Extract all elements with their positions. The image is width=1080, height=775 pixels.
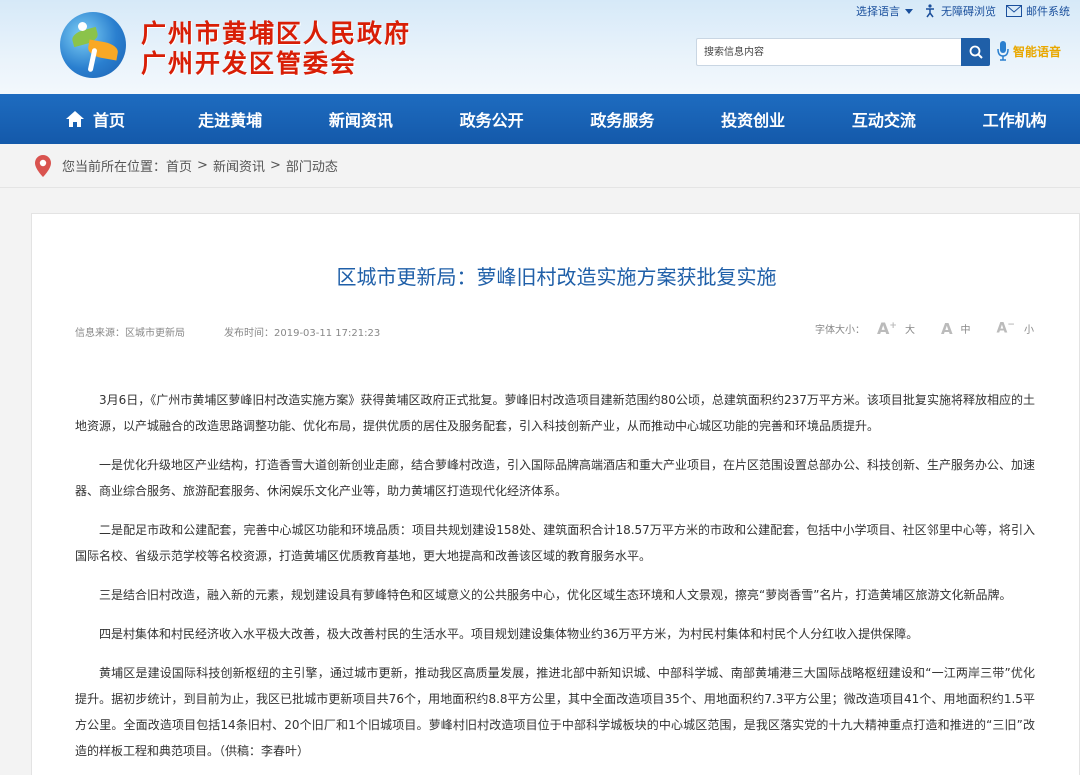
nav-item-agencies[interactable]: 工作机构: [949, 94, 1080, 144]
location-pin-icon: [35, 154, 51, 177]
font-size-small[interactable]: A− 小: [997, 320, 1034, 337]
voice-assistant[interactable]: 智能语音: [996, 40, 1061, 62]
article-paragraph: 二是配足市政和公建配套，完善中心城区功能和环境品质：项目共规划建设158处、建筑…: [75, 523, 1035, 563]
nav-item-government-services[interactable]: 政务服务: [557, 94, 688, 144]
breadcrumb: 您当前所在位置： 首页 > 新闻资讯 > 部门动态: [0, 144, 1080, 188]
article-paragraph: 一是优化升级地区产业结构，打造香雪大道创新创业走廊，结合萝峰村改造，引入国际品牌…: [75, 458, 1036, 498]
article-title: 区城市更新局：萝峰旧村改造实施方案获批复实施: [336, 265, 777, 289]
nav-item-government-affairs[interactable]: 政务公开: [426, 94, 557, 144]
nav-item-news[interactable]: 新闻资讯: [296, 94, 427, 144]
home-icon: [66, 111, 84, 127]
breadcrumb-prefix: 您当前所在位置：: [62, 160, 167, 175]
site-logo[interactable]: [60, 12, 126, 78]
nav-item-interaction[interactable]: 互动交流: [819, 94, 950, 144]
mail-icon: [1006, 5, 1022, 17]
breadcrumb-separator: >: [269, 158, 281, 173]
microphone-icon: [997, 41, 1009, 61]
article-card: 区城市更新局：萝峰旧村改造实施方案获批复实施 信息来源：区城市更新局 发布时间：…: [31, 213, 1080, 775]
mail-link[interactable]: 邮件系统: [1006, 3, 1070, 19]
search-input[interactable]: [696, 38, 961, 66]
breadcrumb-separator: >: [197, 158, 208, 173]
font-size-large[interactable]: A+ 大: [877, 319, 915, 338]
search-button[interactable]: [961, 38, 990, 66]
nav-item-about-huangpu[interactable]: 走进黄埔: [165, 94, 296, 144]
nav-item-home[interactable]: 首页: [55, 94, 165, 144]
font-large-icon: A+: [877, 319, 897, 338]
search-icon: [969, 45, 983, 59]
article-source: 信息来源：区城市更新局: [75, 328, 185, 339]
accessibility-icon: [926, 4, 934, 18]
caret-down-icon: [905, 8, 913, 14]
top-links: 选择语言 无障碍浏览 邮件系统: [856, 2, 1080, 20]
font-medium-icon: A: [940, 319, 953, 338]
nav-item-investment[interactable]: 投资创业: [688, 94, 819, 144]
site-title-line2: 广州开发区管委会: [141, 49, 358, 78]
main-nav: 首页 走进黄埔 新闻资讯 政务公开 政务服务 投资创业 互动交流 工作机构: [0, 94, 1080, 144]
article-paragraph: 3月6日，《广州市黄埔区萝峰旧村改造实施方案》获得黄埔区政府正式批复。萝峰旧村改…: [75, 393, 1035, 433]
article-paragraph: 四是村集体和村民经济收入水平极大改善，极大改善村民的生活水平。项目规划建设集体物…: [99, 627, 919, 641]
font-small-icon: A−: [996, 320, 1015, 337]
breadcrumb-department-news[interactable]: 部门动态: [286, 156, 338, 175]
font-size-control: 字体大小： A+ 大 A 中 A− 小: [815, 319, 1034, 338]
font-size-medium[interactable]: A 中: [941, 320, 971, 338]
search-box: [696, 38, 990, 66]
article-body: 3月6日，《广州市黄埔区萝峰旧村改造实施方案》获得黄埔区政府正式批复。萝峰旧村改…: [75, 387, 1035, 775]
article-paragraph: 黄埔区是建设国际科技创新枢纽的主引擎，通过城市更新，推动我区高质量发展，推进北部…: [75, 666, 1035, 758]
font-size-label: 字体大小：: [815, 325, 865, 336]
article-paragraph: 三是结合旧村改造，融入新的元素，规划建设具有萝峰特色和区域意义的公共服务中心，优…: [99, 588, 1012, 602]
breadcrumb-home[interactable]: 首页: [166, 156, 192, 175]
breadcrumb-news[interactable]: 新闻资讯: [213, 156, 265, 175]
language-selector[interactable]: 选择语言: [856, 3, 913, 19]
site-header: 广州市黄埔区人民政府 广州开发区管委会 选择语言 无障碍浏览 邮件系统 智能语音: [0, 0, 1080, 94]
accessibility-link[interactable]: 无障碍浏览: [923, 3, 996, 19]
article-date: 发布时间：2019-03-11 17:21:23: [224, 328, 381, 339]
